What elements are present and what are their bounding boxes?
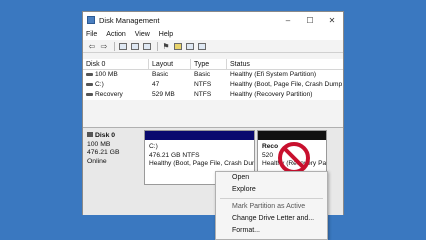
- minimize-button[interactable]: –: [277, 16, 299, 25]
- disk-size-2: 476.21 GB: [87, 149, 120, 157]
- menu-item-mark-active[interactable]: Mark Partition as Active: [216, 201, 327, 213]
- partition-status: Healthy (Boot, Page File, Crash Dum: [149, 160, 254, 168]
- volume-layout: 47: [152, 81, 160, 88]
- disk-size-1: 100 MB: [87, 140, 111, 148]
- console-tree-icon[interactable]: [118, 42, 128, 51]
- partition-bar: [145, 131, 254, 140]
- toolbar-separator: [114, 41, 115, 51]
- prohibited-icon: [278, 142, 310, 174]
- menu-view[interactable]: View: [135, 31, 150, 38]
- menu-item-format[interactable]: Format...: [216, 225, 327, 237]
- partition-size: 476.21 GB NTFS: [149, 151, 200, 159]
- column-status[interactable]: Status: [227, 59, 343, 69]
- table-row[interactable]: 100 MB Basic Basic Healthy (Efi System P…: [83, 70, 343, 80]
- volume-type: Basic: [194, 71, 211, 78]
- window-title: Disk Management: [99, 15, 160, 25]
- disk-icon: [87, 132, 93, 137]
- partition-bar: [258, 131, 326, 140]
- menu-item-change-drive-letter[interactable]: Change Drive Letter and...: [216, 213, 327, 225]
- volume-list-header: Disk 0 Layout Type Status: [83, 59, 343, 70]
- properties-icon[interactable]: [173, 42, 183, 51]
- back-arrow-icon[interactable]: ⇦: [87, 42, 97, 51]
- menu-action[interactable]: Action: [106, 31, 125, 38]
- forward-arrow-icon[interactable]: ⇨: [99, 42, 109, 51]
- table-row[interactable]: Recovery 529 MB NTFS Healthy (Recovery P…: [83, 90, 343, 100]
- column-disk[interactable]: Disk 0: [83, 59, 149, 69]
- help-icon[interactable]: [130, 42, 140, 51]
- volume-name: 100 MB: [95, 71, 118, 78]
- column-layout[interactable]: Layout: [149, 59, 191, 69]
- volume-layout: 529 MB: [152, 91, 175, 98]
- refresh-icon[interactable]: [185, 42, 195, 51]
- volume-status: Healthy (Recovery Partition): [230, 91, 313, 98]
- list-view-icon[interactable]: [142, 42, 152, 51]
- volume-name: Recovery: [95, 91, 123, 98]
- volume-type: NTFS: [194, 81, 212, 88]
- volume-list: Disk 0 Layout Type Status 100 MB Basic B…: [83, 59, 343, 100]
- close-button[interactable]: ✕: [321, 16, 343, 25]
- settings-icon[interactable]: [197, 42, 207, 51]
- toolbar: ⇦ ⇨ ⚑: [83, 40, 343, 53]
- menu-file[interactable]: File: [86, 31, 97, 38]
- volume-layout: Basic: [152, 71, 169, 78]
- menu-help[interactable]: Help: [159, 31, 173, 38]
- volume-name: C:): [95, 81, 104, 88]
- toolbar-separator: [157, 41, 158, 51]
- context-menu: Open Explore Mark Partition as Active Ch…: [215, 171, 328, 240]
- table-row[interactable]: C:) 47 NTFS Healthy (Boot, Page File, Cr…: [83, 80, 343, 90]
- partition-label: C:): [149, 143, 158, 150]
- volume-status: Healthy (Boot, Page File, Crash Dump: [230, 81, 343, 88]
- volume-icon: [86, 72, 93, 76]
- column-type[interactable]: Type: [191, 59, 227, 69]
- menu-item-explore[interactable]: Explore: [216, 184, 327, 196]
- flag-icon[interactable]: ⚑: [161, 42, 171, 51]
- volume-status: Healthy (Efi System Partition): [230, 71, 317, 78]
- menu-separator: [220, 198, 323, 199]
- menu-item-open[interactable]: Open: [216, 172, 327, 184]
- volume-icon: [86, 82, 93, 86]
- title-bar: Disk Management – ☐ ✕: [83, 12, 343, 28]
- menu-bar: File Action View Help: [83, 28, 343, 40]
- volume-type: NTFS: [194, 91, 212, 98]
- disk-state: Online: [87, 157, 107, 165]
- disk-info[interactable]: Disk 0 100 MB 476.21 GB Online: [87, 132, 120, 166]
- disk-name: Disk 0: [95, 132, 116, 139]
- volume-icon: [86, 92, 93, 96]
- disk-management-icon: [87, 16, 95, 24]
- maximize-button[interactable]: ☐: [299, 16, 321, 25]
